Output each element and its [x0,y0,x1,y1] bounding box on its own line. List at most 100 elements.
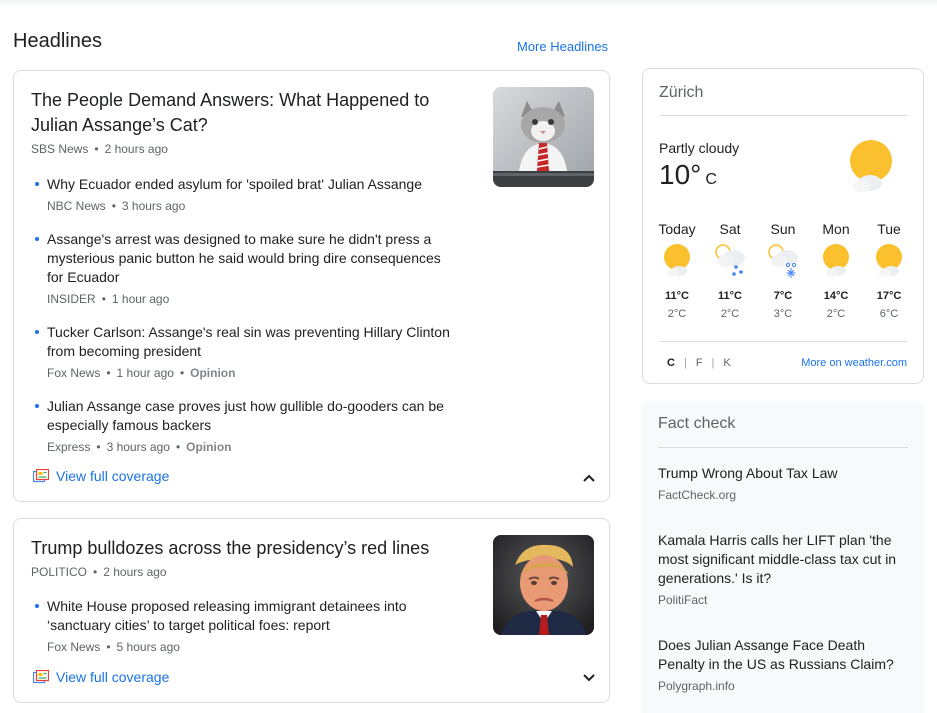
related-meta: INSIDER • 1 hour ago [47,292,170,306]
forecast-high: 17°C [876,290,902,302]
related-time: 3 hours ago [121,199,186,213]
full-coverage-icon [33,469,49,483]
related-article[interactable]: Tucker Carlson: Assange's real sin was p… [35,323,457,380]
fact-check-item[interactable]: Trump Wrong About Tax Law FactCheck.org [658,464,910,502]
related-source[interactable]: NBC News [47,199,106,213]
fact-check-panel: Fact check Trump Wrong About Tax Law Fac… [642,401,924,713]
related-meta: NBC News • 3 hours ago [47,199,186,213]
bullet-icon [35,237,39,241]
related-meta: Fox News • 5 hours ago [47,640,180,654]
fact-check-item[interactable]: Kamala Harris calls her LIFT plan 'the m… [658,531,910,607]
story-source[interactable]: POLITICO [31,565,87,579]
related-time: 1 hour ago [111,292,170,306]
story-title[interactable]: Trump bulldozes across the presidency’s … [31,536,451,561]
coverage-label: View full coverage [56,669,170,685]
forecast-day[interactable]: Tue 17°C 6°C [864,221,914,320]
related-source[interactable]: Express [47,440,90,454]
fact-check-source: FactCheck.org [658,488,737,502]
related-title[interactable]: Tucker Carlson: Assange's real sin was p… [47,323,457,361]
divider [659,115,907,116]
forecast-low: 6°C [879,308,899,320]
story-title[interactable]: The People Demand Answers: What Happened… [31,88,451,138]
unit-separator: | [683,357,687,369]
opinion-tag: Opinion [186,440,232,454]
divider [658,447,908,448]
unit-fahrenheit-button[interactable]: F [696,357,703,369]
fact-check-heading: Fact check [658,415,736,432]
related-article[interactable]: Why Ecuador ended asylum for 'spoiled br… [35,175,457,213]
related-title[interactable]: Why Ecuador ended asylum for 'spoiled br… [47,175,457,194]
story-time: 2 hours ago [104,142,168,156]
related-article[interactable]: White House proposed releasing immigrant… [35,597,457,654]
weather-card: Zürich Partly cloudy 10° C Today 11°C 2°C… [642,68,924,384]
forecast-high: 11°C [718,290,742,302]
forecast-day-label: Sat [719,221,741,237]
forecast-day[interactable]: Sat 11°C 2°C [705,221,755,320]
partly-cloudy-icon [823,244,849,277]
bullet-icon [35,604,39,608]
forecast-day-label: Tue [877,221,901,237]
story-thumbnail[interactable] [493,87,594,187]
forecast-high: 7°C [773,290,793,302]
forecast-low: 2°C [720,308,740,320]
full-coverage-icon [33,670,49,684]
partly-cloudy-icon [664,244,690,277]
view-full-coverage-button[interactable]: View full coverage [33,669,169,685]
story-source[interactable]: SBS News [31,142,88,156]
fact-check-title[interactable]: Does Julian Assange Face Death Penalty i… [658,636,910,674]
rain-icon [715,244,745,276]
forecast-day[interactable]: Mon 14°C 2°C [811,221,861,320]
forecast-day-label: Sun [770,221,796,237]
more-weather-link[interactable]: More on weather.com [801,357,907,369]
related-article[interactable]: Assange's arrest was designed to make su… [35,230,457,306]
related-title[interactable]: Julian Assange case proves just how gull… [47,397,457,435]
related-source[interactable]: Fox News [47,640,100,654]
related-time: 5 hours ago [116,640,180,654]
headlines-heading: Headlines [13,30,102,52]
forecast-day-label: Today [658,221,696,237]
forecast-day[interactable]: Today 11°C 2°C [652,221,702,320]
bullet-icon [35,404,39,408]
divider [659,341,907,342]
chevron-up-icon[interactable] [580,469,598,487]
current-temperature: 10° C [659,159,717,191]
coverage-label: View full coverage [56,468,170,484]
story-card: The People Demand Answers: What Happened… [13,70,610,502]
unit-kelvin-button[interactable]: K [723,357,730,369]
temperature-value: 10° [659,159,702,190]
fact-check-title[interactable]: Kamala Harris calls her LIFT plan 'the m… [658,531,910,588]
rain-snow-icon [768,244,798,278]
forecast-low: 2°C [667,308,687,320]
related-title[interactable]: Assange's arrest was designed to make su… [47,230,457,287]
chevron-down-icon[interactable] [580,669,598,687]
story-meta: SBS News • 2 hours ago [31,142,168,156]
forecast-day[interactable]: Sun 7°C 3°C [758,221,808,320]
fact-check-title[interactable]: Trump Wrong About Tax Law [658,464,910,483]
story-time: 2 hours ago [103,565,167,579]
fact-check-item[interactable]: Does Julian Assange Face Death Penalty i… [658,636,910,693]
partly-cloudy-icon [876,244,902,277]
related-source[interactable]: Fox News [47,366,100,380]
forecast-high: 11°C [665,290,689,302]
more-headlines-link[interactable]: More Headlines [517,39,608,54]
opinion-tag: Opinion [190,366,236,380]
related-article[interactable]: Julian Assange case proves just how gull… [35,397,457,454]
top-divider [0,0,937,6]
related-meta: Fox News • 1 hour ago • Opinion [47,366,236,380]
related-source[interactable]: INSIDER [47,292,96,306]
story-thumbnail[interactable] [493,535,594,635]
weather-condition: Partly cloudy [659,140,740,156]
view-full-coverage-button[interactable]: View full coverage [33,468,169,484]
related-title[interactable]: White House proposed releasing immigrant… [47,597,457,635]
fact-check-source: PolitiFact [658,593,708,607]
related-meta: Express • 3 hours ago • Opinion [47,440,232,454]
weather-city[interactable]: Zürich [659,84,703,102]
bullet-icon [35,182,39,186]
story-card: Trump bulldozes across the presidency’s … [13,518,610,703]
related-time: 3 hours ago [106,440,170,454]
story-meta: POLITICO • 2 hours ago [31,565,167,579]
bullet-icon [35,330,39,334]
fact-check-source: Polygraph.info [658,679,735,693]
unit-celsius-button[interactable]: C [667,357,675,369]
forecast-day-label: Mon [822,221,850,237]
